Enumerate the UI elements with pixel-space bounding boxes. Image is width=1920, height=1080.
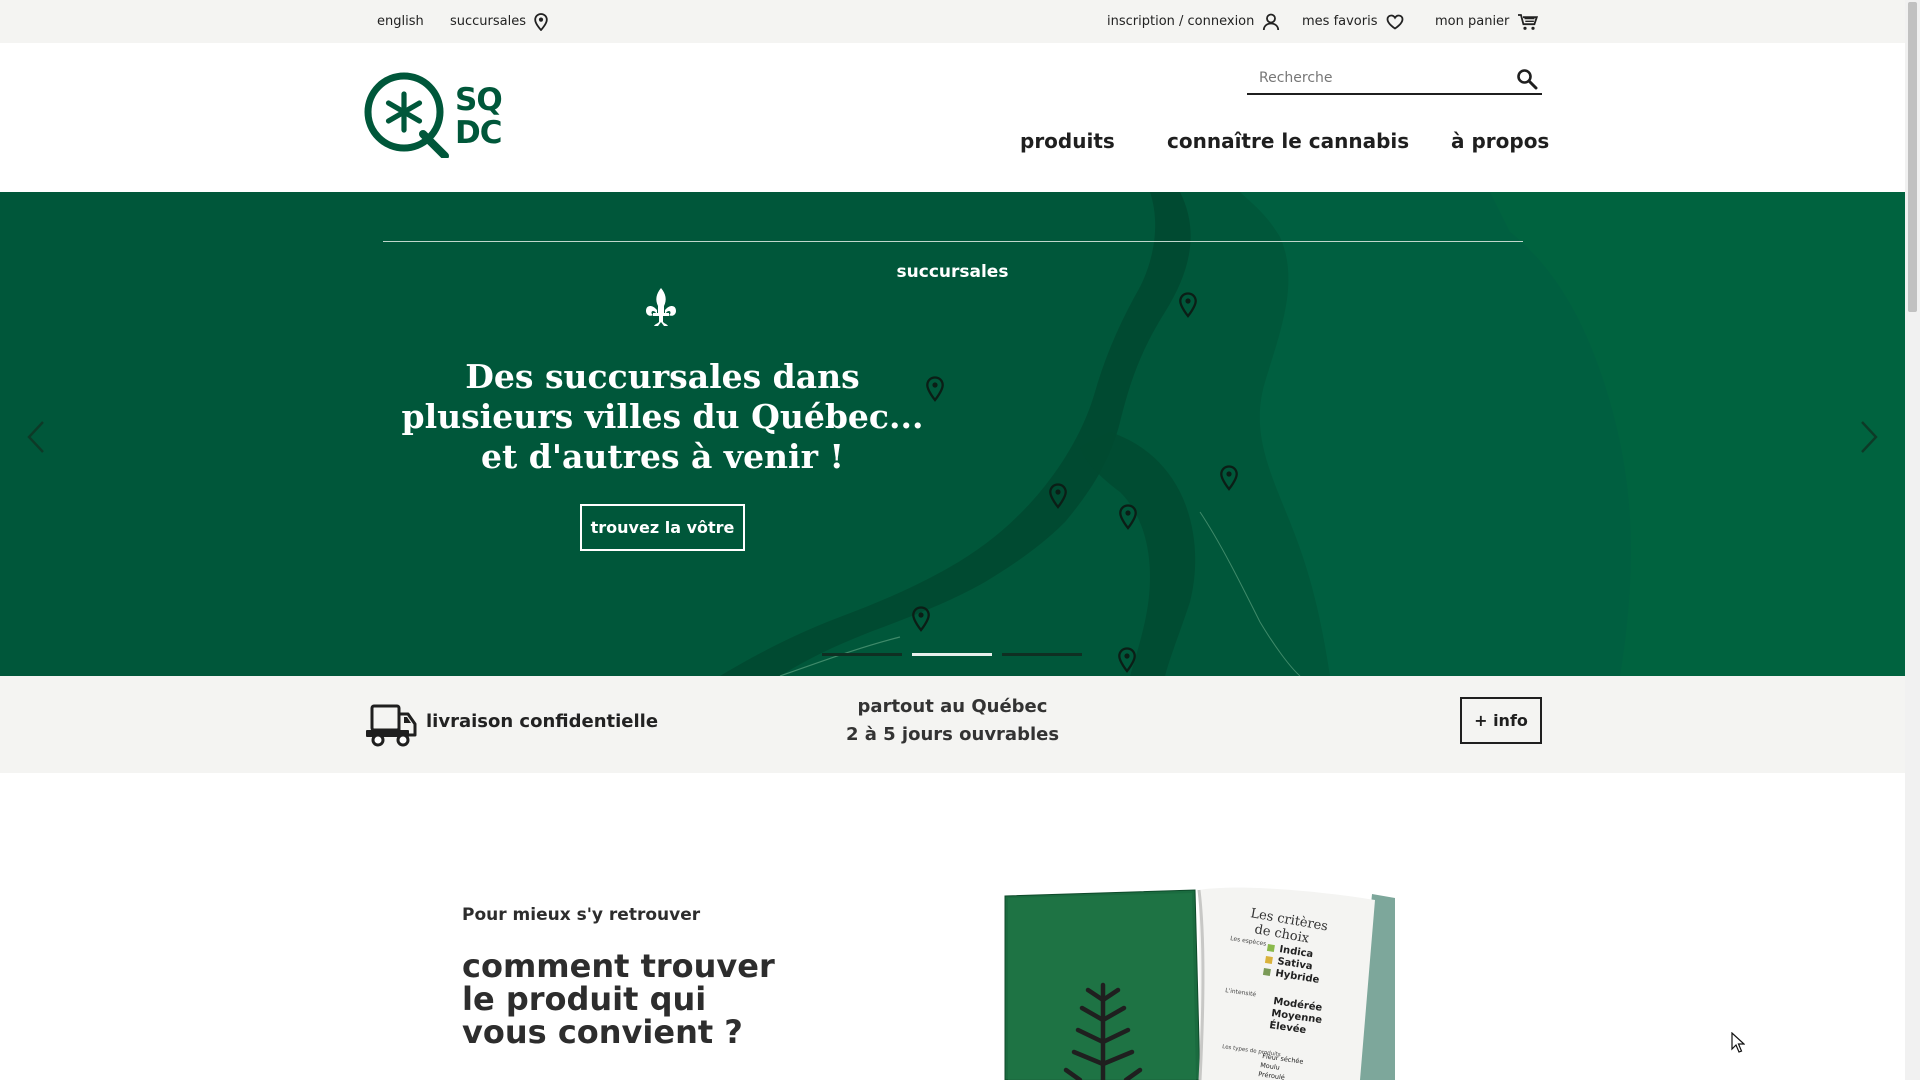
more-info-button[interactable]: + info [1460, 697, 1542, 744]
language-link[interactable]: english [377, 0, 424, 43]
login-label: inscription / connexion [1107, 14, 1255, 29]
nav-learn-cannabis[interactable]: connaître le cannabis [1167, 129, 1409, 159]
delivery-label: livraison confidentielle [426, 711, 659, 732]
carousel-dot-2[interactable] [912, 653, 992, 656]
cart-icon [1518, 13, 1539, 30]
sqdc-logo[interactable]: SQ DC [363, 72, 515, 158]
stores-label: succursales [450, 14, 527, 29]
hero-headline: Des succursales dans plusieurs villes du… [400, 357, 925, 477]
delivery-coverage-line-2: 2 à 5 jours ouvrables [845, 724, 1060, 745]
map-pin-icon [1049, 483, 1067, 509]
hero-carousel: succursales Des succursales dans plusieu… [0, 192, 1905, 676]
nav-products[interactable]: produits [1020, 129, 1115, 159]
map-pin-icon [1119, 504, 1137, 530]
cart-label: mon panier [1435, 14, 1510, 29]
favorites-link[interactable]: mes favoris [1302, 0, 1404, 43]
promo-kicker: Pour mieux s'y retrouver [462, 905, 701, 925]
cart-link[interactable]: mon panier [1435, 0, 1539, 43]
map-pin-icon [534, 12, 548, 31]
map-pin-icon [912, 606, 930, 632]
hero-divider [383, 241, 1523, 242]
favorites-label: mes favoris [1302, 14, 1378, 29]
search-icon[interactable] [1516, 68, 1538, 90]
promo-title-line-3: vous convient ? [462, 1013, 743, 1051]
search-bar [1247, 63, 1542, 95]
login-link[interactable]: inscription / connexion [1107, 0, 1280, 43]
heart-icon [1386, 14, 1403, 30]
stores-link[interactable]: succursales [450, 0, 548, 43]
map-pin-icon [926, 376, 944, 402]
user-icon [1263, 13, 1280, 30]
promo-title[interactable]: comment trouver le produit qui vous conv… [462, 950, 775, 1049]
promo-title-line-2: le produit qui [462, 980, 707, 1018]
map-pin-icon [1118, 647, 1136, 673]
hero-headline-line-2: plusieurs villes du Québec... [401, 397, 924, 436]
chevron-right-icon[interactable] [1859, 420, 1879, 454]
nav-about[interactable]: à propos [1451, 129, 1549, 159]
delivery-coverage: partout au Québec 2 à 5 jours ouvrables [820, 693, 1085, 749]
hero-kicker: succursales [896, 262, 1009, 282]
top-utility-bar: english succursales inscription / connex… [0, 0, 1905, 43]
carousel-dot-3[interactable] [1002, 653, 1082, 656]
carousel-dot-1[interactable] [822, 653, 902, 656]
promo-title-line-1: comment trouver [462, 947, 775, 985]
scrollbar-thumb[interactable] [1908, 2, 1917, 312]
language-label: english [377, 14, 424, 29]
map-pin-icon [1220, 465, 1238, 491]
delivery-banner: livraison confidentielle partout au Québ… [0, 676, 1905, 773]
page-scrollbar[interactable] [1905, 0, 1920, 1080]
site-header: SQ DC produits connaître le cannabis à p… [0, 43, 1905, 192]
chevron-left-icon[interactable] [26, 420, 46, 454]
truck-icon [366, 704, 417, 747]
logo-text-bottom: DC [455, 115, 501, 151]
map-pin-icon [1179, 292, 1197, 318]
delivery-coverage-line-1: partout au Québec [857, 696, 1048, 717]
hero-headline-line-3: et d'autres à venir ! [481, 437, 844, 476]
mouse-cursor-icon [1731, 1032, 1745, 1053]
search-input[interactable] [1247, 63, 1502, 93]
hero-headline-line-1: Des succursales dans [465, 357, 860, 396]
guide-book-image[interactable]: Les critères de choix Les espèces Indica… [1000, 880, 1400, 1080]
logo-text-top: SQ [455, 82, 502, 118]
find-store-button[interactable]: trouvez la vôtre [580, 504, 745, 551]
fleur-de-lis-icon [646, 288, 676, 326]
